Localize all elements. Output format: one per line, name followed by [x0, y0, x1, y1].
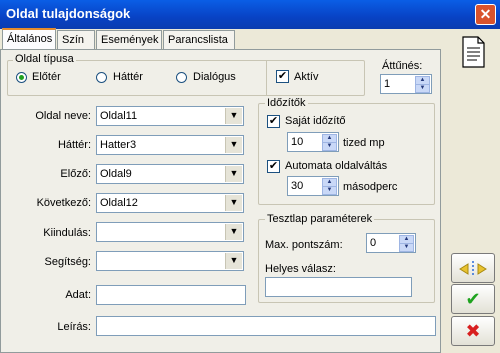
- next-label: Következő:: [36, 197, 91, 209]
- chevron-down-icon[interactable]: ▼: [225, 108, 242, 124]
- cancel-button[interactable]: ✖: [451, 316, 495, 346]
- spin-down-icon[interactable]: ▼: [399, 243, 414, 252]
- radio-foreground[interactable]: [16, 72, 27, 83]
- fade-value: 1: [384, 78, 391, 90]
- radio-dialog[interactable]: [176, 72, 187, 83]
- spin-down-icon[interactable]: ▼: [322, 142, 337, 151]
- spin-down-icon[interactable]: ▼: [415, 84, 430, 93]
- page-icon: [461, 36, 486, 68]
- own-timer-label: Saját időzítő: [285, 115, 346, 127]
- tab-general[interactable]: Általános: [2, 28, 56, 50]
- radio-background-label: Háttér: [113, 71, 143, 83]
- auto-page-label: Automata oldalváltás: [285, 160, 388, 172]
- chevron-down-icon[interactable]: ▼: [225, 253, 242, 269]
- active-checkbox-label: Aktív: [294, 71, 319, 83]
- correct-answer-input[interactable]: [265, 277, 412, 297]
- chevron-down-icon[interactable]: ▼: [225, 224, 242, 240]
- start-combo[interactable]: ▼: [96, 222, 244, 242]
- fade-spinner[interactable]: 1 ▲ ▼: [380, 74, 432, 94]
- chevron-down-icon[interactable]: ▼: [225, 137, 242, 153]
- own-timer-unit: tized mp: [343, 137, 385, 149]
- auto-page-checkbox[interactable]: ✔: [267, 160, 280, 173]
- max-points-label: Max. pontszám:: [265, 239, 343, 251]
- tab-color[interactable]: Szín: [57, 30, 95, 49]
- cross-icon: ✖: [465, 321, 481, 341]
- description-label: Leírás:: [57, 321, 91, 333]
- test-params-legend: Tesztlap paraméterek: [265, 213, 375, 225]
- radio-dialog-label: Dialógus: [193, 71, 236, 83]
- radio-background[interactable]: [96, 72, 107, 83]
- background-label: Háttér:: [57, 139, 91, 151]
- move-button[interactable]: [451, 253, 495, 283]
- move-arrows-icon: [458, 258, 488, 278]
- tab-events[interactable]: Események: [96, 30, 162, 49]
- close-button[interactable]: ✕: [475, 4, 496, 25]
- start-label: Kiindulás:: [43, 227, 91, 239]
- correct-answer-label: Helyes válasz:: [265, 263, 336, 275]
- page-type-legend: Oldal típusa: [13, 53, 76, 65]
- checkmark-icon: ✔: [465, 289, 481, 309]
- tab-command-list[interactable]: Parancslista: [163, 30, 235, 49]
- timers-legend: Időzítők: [265, 97, 308, 109]
- close-icon: ✕: [479, 6, 492, 22]
- data-input[interactable]: [96, 285, 246, 305]
- own-timer-spinner[interactable]: 10 ▲ ▼: [287, 132, 339, 152]
- auto-page-unit: másodperc: [343, 181, 398, 193]
- previous-combo[interactable]: Oldal9 ▼: [96, 164, 244, 184]
- fade-label: Áttűnés:: [382, 60, 423, 72]
- previous-label: Előző:: [60, 168, 91, 180]
- divider: [266, 60, 267, 96]
- data-label: Adat:: [65, 289, 91, 301]
- window-title: Oldal tulajdonságok: [6, 6, 131, 21]
- auto-page-spinner[interactable]: 30 ▲ ▼: [287, 176, 339, 196]
- ok-button[interactable]: ✔: [451, 284, 495, 314]
- help-label: Segítség:: [44, 256, 91, 268]
- page-name-combo[interactable]: Oldal11 ▼: [96, 106, 244, 126]
- background-combo[interactable]: Hatter3 ▼: [96, 135, 244, 155]
- max-points-spinner[interactable]: 0 ▲ ▼: [366, 233, 416, 253]
- description-input[interactable]: [96, 316, 436, 336]
- chevron-down-icon[interactable]: ▼: [225, 166, 242, 182]
- radio-foreground-label: Előtér: [32, 71, 61, 83]
- chevron-down-icon[interactable]: ▼: [225, 195, 242, 211]
- spin-down-icon[interactable]: ▼: [322, 186, 337, 195]
- own-timer-checkbox[interactable]: ✔: [267, 115, 280, 128]
- next-combo[interactable]: Oldal12 ▼: [96, 193, 244, 213]
- help-combo[interactable]: ▼: [96, 251, 244, 271]
- active-checkbox[interactable]: ✔: [276, 70, 289, 83]
- page-name-label: Oldal neve:: [35, 110, 91, 122]
